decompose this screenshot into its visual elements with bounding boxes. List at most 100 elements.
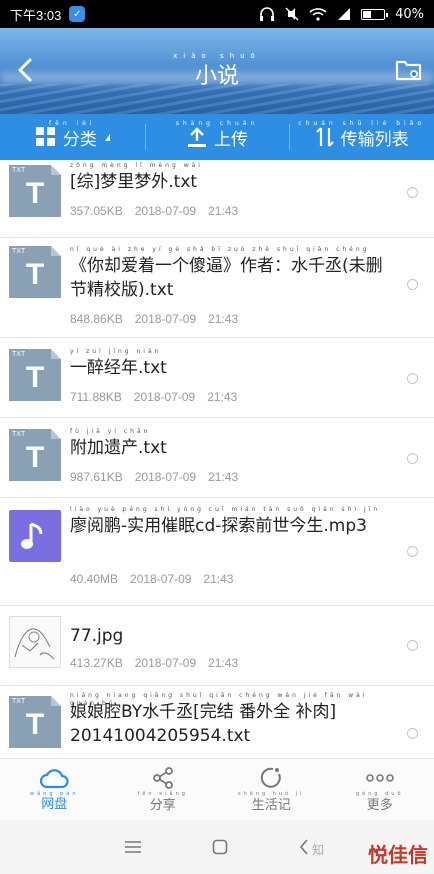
file-type-tag: TXT (12, 351, 26, 358)
select-radio[interactable] (407, 546, 418, 557)
tab-pinyin: gèng duō (355, 791, 404, 797)
file-type-tag: TXT (12, 698, 26, 705)
transfer-arrows-icon (315, 127, 334, 147)
file-time: 21:43 (208, 312, 239, 326)
file-meta: 987.61KB 2018-07-09 21:43 (70, 470, 238, 484)
tab-share[interactable]: fēn xiǎng 分享 (109, 759, 218, 820)
file-time: 21:43 (208, 204, 239, 218)
headphone-icon (260, 7, 275, 21)
select-radio[interactable] (407, 373, 418, 384)
file-time: 21:43 (208, 656, 239, 670)
select-radio[interactable] (407, 728, 418, 739)
bottom-tab-bar: wǎng pán 网盘 fēn xiǎng 分享 shēng huó jì 生活… (0, 758, 434, 820)
baidu-app-icon: ✓ (69, 6, 86, 22)
status-bar: 下午3:03 ✓ 40% (0, 0, 434, 28)
file-name-text: 77.jpg (70, 626, 124, 646)
life-ring-icon (261, 767, 282, 788)
file-size: 711.88KB (70, 390, 122, 404)
file-row[interactable]: 77.jpg 413.27KB 2018-07-09 21:43 (0, 606, 434, 686)
battery-percent: 40% (395, 6, 424, 22)
category-label: 分类 (62, 129, 97, 150)
file-name-text: 一醉经年.txt (70, 358, 167, 378)
file-name: 77.jpg (70, 616, 398, 648)
back-icon[interactable] (298, 839, 310, 855)
select-radio[interactable] (407, 453, 418, 464)
file-name: nǐ què ài zhe yí gè shǎ bī zuò zhě shuǐ … (70, 246, 398, 302)
file-row[interactable]: TXT T yí zuì jīng nián 一醉经年.txt 711.88KB 2… (0, 338, 434, 418)
more-dots-icon (365, 774, 394, 782)
action-toolbar: fēn lèi 分类 shàng chuán 上传 chuán shū liè … (0, 114, 434, 160)
header: xiǎo shuō 小说 (0, 28, 434, 114)
file-meta: 357.05KB 2018-07-09 21:43 (70, 204, 238, 218)
file-name-pinyin: nǐ què ài zhe yí gè shǎ bī zuò zhě shuǐ … (70, 246, 370, 253)
upload-button[interactable]: shàng chuán 上传 (144, 114, 290, 160)
transfer-list-button[interactable]: chuán shū liè biǎo 传输列表 (289, 114, 434, 160)
file-name-text: 娘娘腔BY水千丞[完结 番外全 补肉] 20141004205954.txt (70, 702, 337, 746)
tab-pinyin: wǎng pán (30, 791, 79, 797)
file-name: niáng niang qiāng shuǐ qiān chéng wán ji… (70, 692, 398, 748)
signal-icon (338, 8, 351, 20)
file-meta: 848.86KB 2018-07-09 21:43 (70, 312, 238, 326)
txt-file-icon: TXT T (9, 246, 61, 298)
file-name-text: 廖阅鹏-实用催眠cd-探索前世今生.mp3 (70, 516, 367, 536)
image-thumbnail (9, 616, 61, 668)
tab-netdisk[interactable]: wǎng pán 网盘 (0, 759, 109, 820)
category-pinyin: fēn lèi (49, 120, 96, 127)
page-title: 小说 (194, 64, 239, 89)
watermark-prefix: 知 (311, 843, 324, 857)
folder-settings-icon[interactable] (394, 56, 424, 84)
grid-icon (35, 127, 55, 146)
file-type-tag: TXT (12, 167, 26, 174)
system-nav-bar: 知 悦佳信 (0, 820, 434, 874)
file-row[interactable]: TXT T nǐ què ài zhe yí gè shǎ bī zuò zhě … (0, 238, 434, 338)
file-name: liào yuè péng shí yòng cuī mián tàn suǒ … (70, 506, 398, 538)
category-button[interactable]: fēn lèi 分类 (0, 114, 145, 160)
file-time: 21:43 (207, 390, 238, 404)
file-row[interactable]: TXT T zōng mèng lǐ mèng wài [综]梦里梦外.txt 3… (0, 160, 434, 238)
menu-icon[interactable] (124, 840, 142, 854)
file-meta: 40.40MB 2018-07-09 21:43 (70, 572, 233, 586)
file-name-pinyin: zōng mèng lǐ mèng wài (70, 162, 203, 169)
file-date: 2018-07-09 (134, 204, 197, 218)
file-name-text: 《你却爱着一个傻逼》作者：水千丞(未删节精校版).txt (70, 256, 383, 300)
wifi-icon (309, 8, 327, 21)
file-size: 848.86KB (70, 312, 123, 326)
file-date: 2018-07-09 (134, 470, 197, 484)
txt-file-icon: TXT T (9, 349, 61, 401)
tab-pinyin: fēn xiǎng (137, 791, 188, 797)
upload-icon (188, 127, 206, 147)
select-radio[interactable] (407, 279, 418, 290)
home-icon[interactable] (212, 839, 228, 855)
file-row[interactable]: TXT T fù jiā yí chǎn 附加遗产.txt 987.61KB 201… (0, 418, 434, 498)
file-date: 2018-07-09 (134, 312, 197, 326)
txt-file-icon: TXT T (9, 429, 61, 481)
file-size: 987.61KB (70, 470, 123, 484)
file-name-pinyin: yí zuì jīng nián (70, 348, 162, 355)
share-icon (152, 767, 173, 789)
tab-pinyin: shēng huó jì (237, 791, 305, 797)
file-size: 40.40MB (70, 572, 119, 586)
file-date: 2018-07-09 (134, 656, 197, 670)
txt-file-icon: TXT T (9, 696, 61, 748)
file-name-text: [综]梦里梦外.txt (70, 172, 198, 192)
file-name: fù jiā yí chǎn 附加遗产.txt (70, 428, 398, 460)
file-size: 413.27KB (70, 656, 123, 670)
select-radio[interactable] (407, 187, 418, 198)
caret-icon (104, 133, 110, 141)
file-meta: 413.27KB 2018-07-09 21:43 (70, 656, 238, 670)
file-name-pinyin: liào yuè péng shí yòng cuī mián tàn suǒ … (70, 506, 381, 513)
tab-life[interactable]: shēng huó jì 生活记 (217, 759, 326, 820)
file-name-pinyin: niáng niang qiāng shuǐ qiān chéng wán ji… (70, 692, 368, 707)
file-type-tag: TXT (12, 431, 26, 438)
file-name: zōng mèng lǐ mèng wài [综]梦里梦外.txt (70, 162, 398, 194)
file-name-pinyin (70, 616, 398, 624)
file-row[interactable]: liào yuè péng shí yòng cuī mián tàn suǒ … (0, 498, 434, 606)
status-time: 下午3:03 (10, 7, 62, 23)
file-name-pinyin: fù jiā yí chǎn (70, 428, 151, 435)
file-row[interactable]: TXT T niáng niang qiāng shuǐ qiān chéng w… (0, 686, 434, 758)
tab-more[interactable]: gèng duō 更多 (326, 759, 434, 820)
watermark: 悦佳信 (368, 843, 428, 867)
select-radio[interactable] (407, 640, 418, 651)
file-time: 21:43 (208, 470, 239, 484)
file-type-tag: TXT (12, 248, 26, 255)
